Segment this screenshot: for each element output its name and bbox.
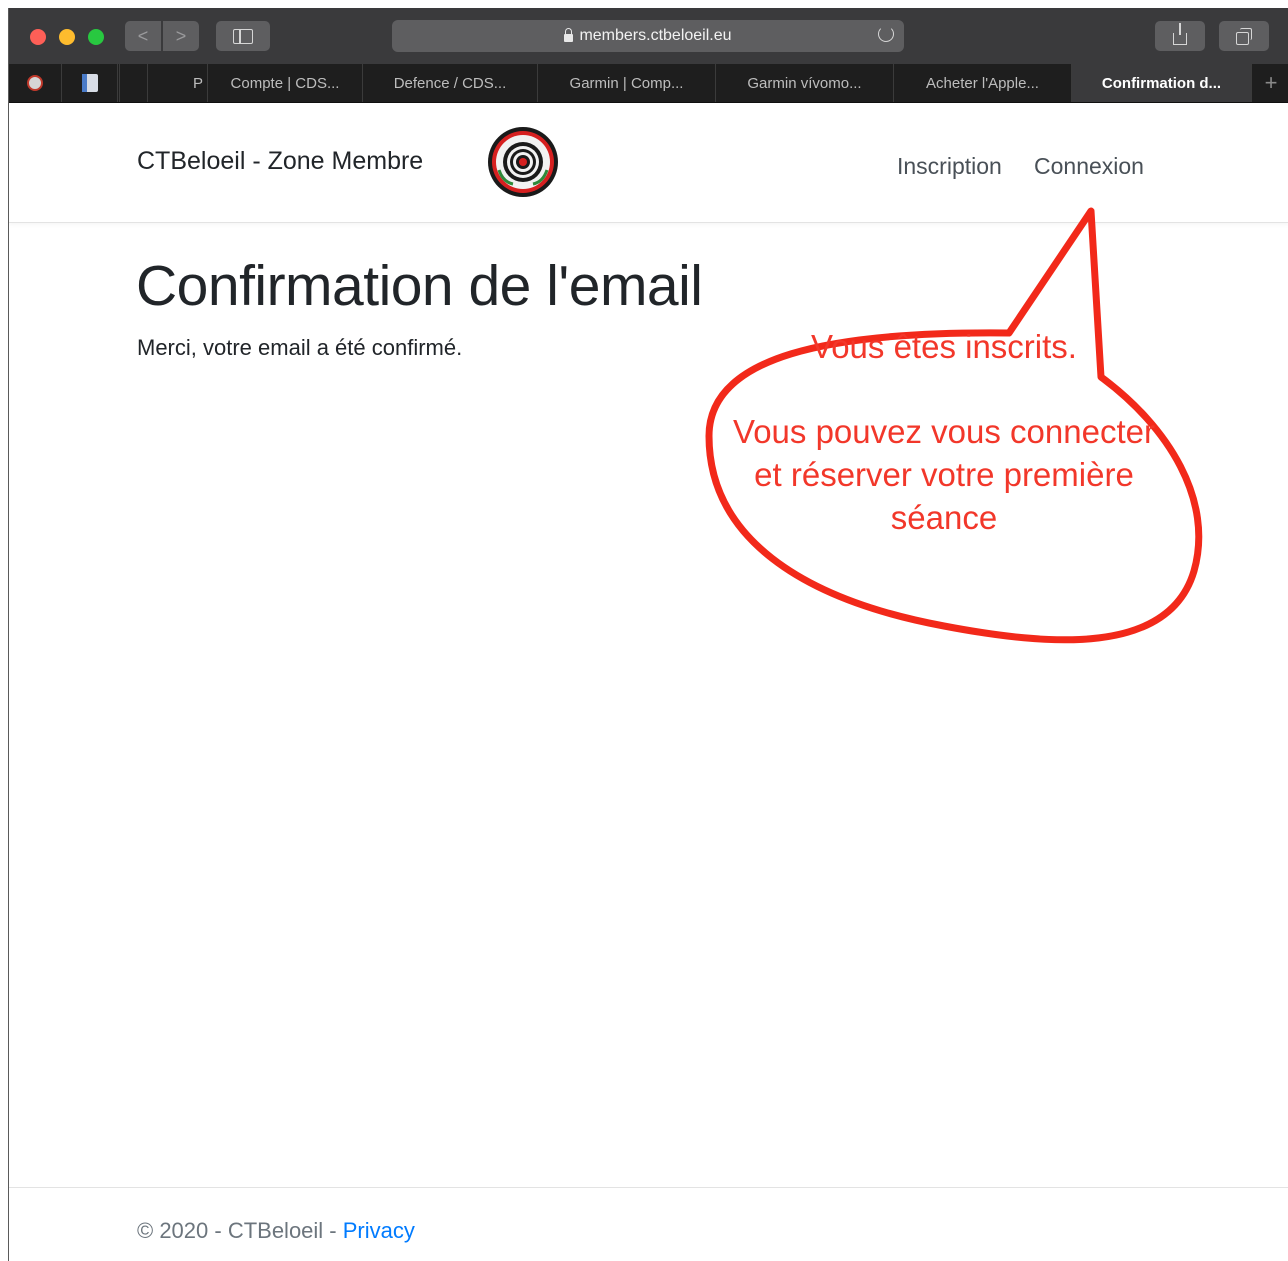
share-button[interactable] [1155, 21, 1205, 51]
nav-inscription-link[interactable]: Inscription [897, 153, 1002, 180]
callout-line-registered: Vous êtes inscrits. [811, 328, 1077, 365]
share-icon [1173, 23, 1187, 45]
browser-toolbar: < > members.ctbeloeil.eu [9, 8, 1288, 64]
browser-window: < > members.ctbeloeil.eu P Compte | CDS.… [8, 8, 1288, 1261]
site-footer: © 2020 - CTBeloeil - Privacy [9, 1187, 1288, 1261]
tab-label: P [192, 74, 203, 92]
chevron-left-icon: < [137, 25, 149, 46]
tabs-overview-icon [1235, 27, 1252, 45]
tab-p[interactable]: P [148, 64, 208, 102]
tab-garmin-vivomo[interactable]: Garmin vívomo... [716, 64, 894, 102]
tab-garmin-comp[interactable]: Garmin | Comp... [538, 64, 716, 102]
tab-bar: P Compte | CDS... Defence / CDS... Garmi… [9, 64, 1288, 103]
tab-label: Garmin vívomo... [747, 74, 862, 92]
zoom-window-button[interactable] [88, 29, 104, 45]
pinned-tab-ctbeloeil[interactable] [9, 64, 62, 102]
tab-acheter-apple[interactable]: Acheter l'Apple... [894, 64, 1072, 102]
ctbeloeil-favicon-icon [27, 75, 43, 91]
address-bar[interactable]: members.ctbeloeil.eu [392, 20, 904, 52]
back-button[interactable]: < [125, 21, 161, 51]
ctbeloeil-logo[interactable] [487, 126, 559, 198]
confirmation-message: Merci, votre email a été confirmé. [137, 335, 463, 360]
tab-label: Acheter l'Apple... [926, 74, 1039, 92]
lock-icon [564, 28, 574, 42]
tab-label: Garmin | Comp... [569, 74, 684, 92]
close-window-button[interactable] [30, 29, 46, 45]
show-tabs-button[interactable] [1219, 21, 1269, 51]
tab-confirmation[interactable]: Confirmation d... [1072, 64, 1252, 102]
page-title: Confirmation de l'email [136, 254, 703, 318]
tab-label: Compte | CDS... [230, 74, 340, 92]
nav-connexion-link[interactable]: Connexion [1034, 153, 1144, 180]
plus-icon: + [1264, 70, 1278, 95]
privacy-link[interactable]: Privacy [343, 1218, 415, 1243]
chevron-right-icon: > [175, 25, 187, 46]
footer-text: © 2020 - CTBeloeil - Privacy [137, 1218, 415, 1244]
tab-divider [119, 64, 120, 102]
tab-defence-cds[interactable]: Defence / CDS... [363, 64, 538, 102]
tab-label: Confirmation d... [1101, 74, 1222, 92]
address-url: members.ctbeloeil.eu [579, 27, 732, 44]
pinned-tab-document[interactable] [63, 64, 118, 102]
sidebar-icon [233, 28, 253, 44]
brand-link[interactable]: CTBeloeil - Zone Membre [137, 147, 423, 176]
tab-compte-cds[interactable]: Compte | CDS... [208, 64, 363, 102]
sidebar-toggle-button[interactable] [216, 21, 270, 51]
reload-icon[interactable] [878, 26, 894, 42]
web-page: CTBeloeil - Zone Membre Inscription Conn… [9, 103, 1288, 1261]
tab-label: Defence / CDS... [393, 74, 507, 92]
callout-line-connect: Vous pouvez vous connecter et réserver v… [733, 413, 1155, 536]
forward-button[interactable]: > [163, 21, 199, 51]
document-favicon-icon [82, 74, 98, 92]
copyright-text: © 2020 - CTBeloeil - [137, 1218, 343, 1243]
minimize-window-button[interactable] [59, 29, 75, 45]
new-tab-button[interactable]: + [1253, 64, 1288, 102]
